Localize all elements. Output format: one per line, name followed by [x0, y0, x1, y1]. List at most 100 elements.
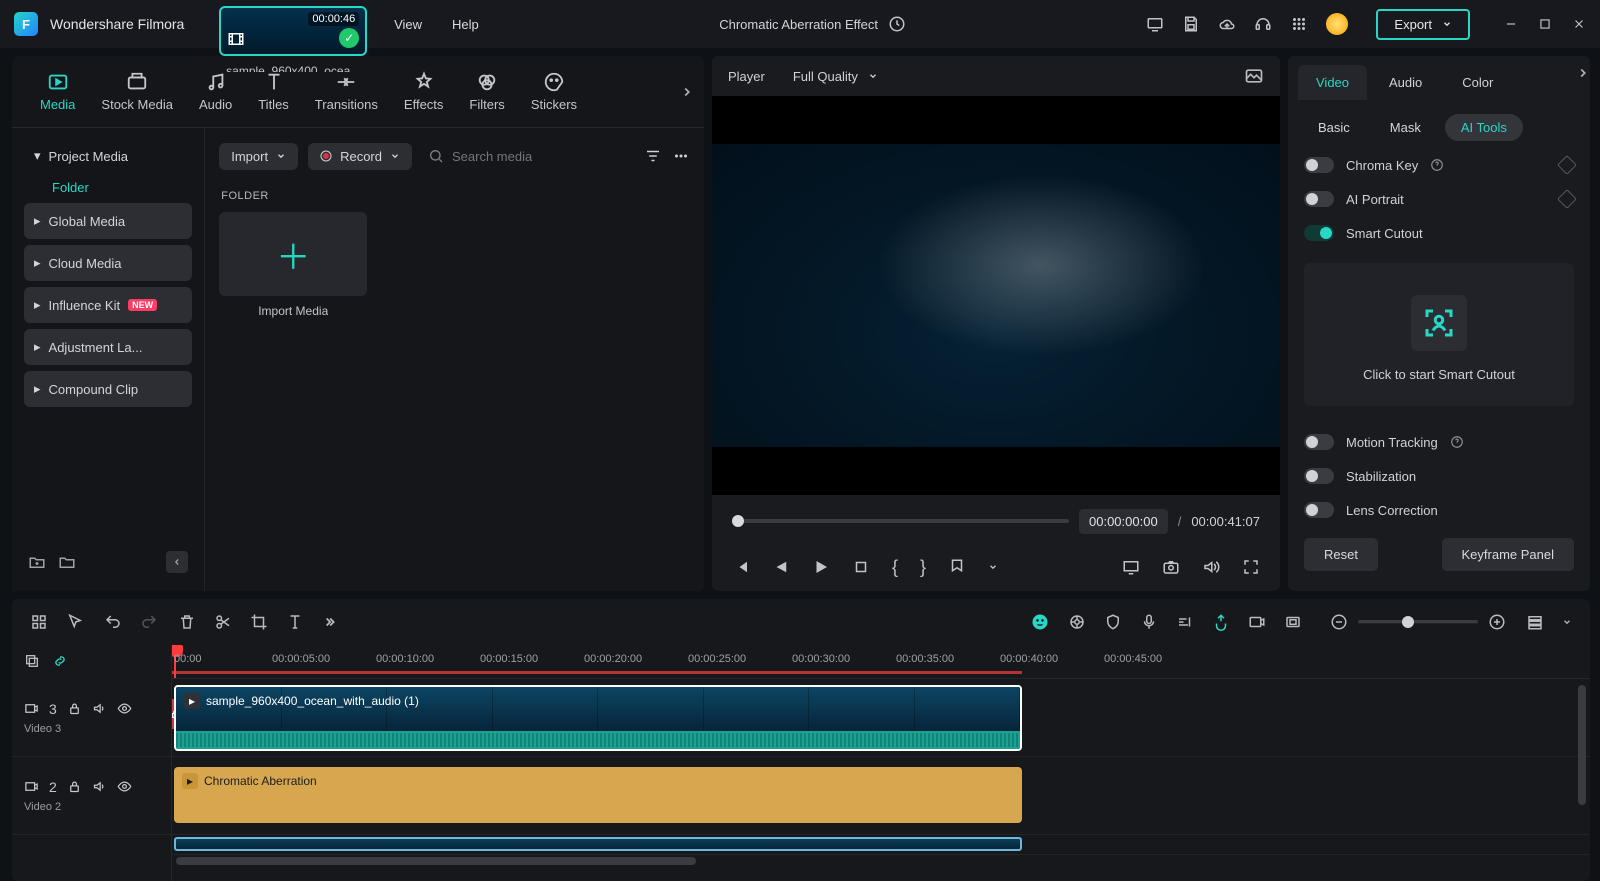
- help-icon[interactable]: [1430, 158, 1444, 172]
- search-input[interactable]: [452, 149, 628, 164]
- sidebar-cloud-media[interactable]: ▸Cloud Media: [24, 245, 192, 281]
- maximize-icon[interactable]: [1538, 17, 1552, 31]
- tab-transitions[interactable]: Transitions: [315, 71, 378, 112]
- seek-bar[interactable]: [732, 519, 1069, 523]
- sidebar-folder[interactable]: Folder: [24, 180, 192, 195]
- volume-icon[interactable]: [1202, 558, 1220, 576]
- snapshot-thumbnail-icon[interactable]: [1244, 66, 1264, 86]
- zoom-in-icon[interactable]: [1488, 613, 1506, 631]
- search-media[interactable]: [422, 148, 634, 164]
- timeline-clip-effect[interactable]: ▸Chromatic Aberration: [174, 767, 1022, 823]
- lock-icon[interactable]: [67, 701, 82, 716]
- media-clip-tile[interactable]: 00:00:46 ✓ sample_960x400_ocea...: [219, 6, 367, 72]
- export-button[interactable]: Export: [1376, 9, 1470, 40]
- subtab-basic[interactable]: Basic: [1302, 114, 1366, 141]
- crop-icon[interactable]: [250, 613, 268, 631]
- help-icon[interactable]: [1450, 435, 1464, 449]
- redo-icon[interactable]: [140, 613, 158, 631]
- cloud-icon[interactable]: [1218, 15, 1236, 33]
- folder-icon[interactable]: [58, 553, 76, 571]
- aspect-icon[interactable]: [1284, 613, 1302, 631]
- marker-dropdown-icon[interactable]: [948, 558, 966, 576]
- mark-in-icon[interactable]: {: [892, 557, 898, 578]
- keyframe-panel-button[interactable]: Keyframe Panel: [1442, 538, 1575, 571]
- sidebar-adjustment-layer[interactable]: ▸Adjustment La...: [24, 329, 192, 365]
- tabs-next-icon[interactable]: [1576, 66, 1590, 80]
- visibility-icon[interactable]: [117, 779, 132, 794]
- subtab-ai-tools[interactable]: AI Tools: [1445, 114, 1523, 141]
- video-viewport[interactable]: [712, 96, 1280, 495]
- user-avatar[interactable]: [1326, 13, 1348, 35]
- time-ruler[interactable]: 00:00 00:00:05:00 00:00:10:00 00:00:15:0…: [172, 645, 1590, 679]
- copy-track-icon[interactable]: [24, 653, 40, 669]
- tab-audio[interactable]: Audio: [199, 71, 232, 112]
- apps-icon[interactable]: [1290, 15, 1308, 33]
- support-icon[interactable]: [1254, 15, 1272, 33]
- track-size-icon[interactable]: [1526, 613, 1544, 631]
- fullscreen-icon[interactable]: [1242, 558, 1260, 576]
- new-folder-icon[interactable]: [28, 553, 46, 571]
- keyframe-diamond-icon[interactable]: [1557, 155, 1577, 175]
- tab-media[interactable]: Media: [40, 71, 75, 112]
- device-icon[interactable]: [1146, 15, 1164, 33]
- reset-button[interactable]: Reset: [1304, 538, 1378, 571]
- keyframe-diamond-icon[interactable]: [1557, 189, 1577, 209]
- split-scissors-icon[interactable]: [214, 613, 232, 631]
- timeline-tracks[interactable]: 00:00 00:00:05:00 00:00:10:00 00:00:15:0…: [172, 645, 1590, 881]
- smart-cutout-start[interactable]: Click to start Smart Cutout: [1304, 263, 1574, 406]
- tab-filters[interactable]: Filters: [469, 71, 504, 112]
- prev-frame-icon[interactable]: [732, 558, 750, 576]
- sidebar-project-media[interactable]: ▾Project Media: [24, 138, 192, 174]
- toggle-lens-correction[interactable]: [1304, 502, 1334, 518]
- save-icon[interactable]: [1182, 15, 1200, 33]
- toggle-smart-cutout[interactable]: [1304, 225, 1334, 241]
- toggle-stabilization[interactable]: [1304, 468, 1334, 484]
- toggle-chroma-key[interactable]: [1304, 157, 1334, 173]
- play-reverse-icon[interactable]: [772, 558, 790, 576]
- grid-icon[interactable]: [30, 613, 48, 631]
- sort-filter-icon[interactable]: [644, 147, 662, 165]
- cursor-icon[interactable]: [66, 613, 84, 631]
- zoom-slider[interactable]: [1358, 620, 1478, 624]
- timeline-v-scrollbar[interactable]: [1578, 685, 1586, 805]
- tab-video[interactable]: Video: [1298, 65, 1367, 100]
- mute-icon[interactable]: [92, 701, 107, 716]
- mute-icon[interactable]: [92, 779, 107, 794]
- toggle-ai-portrait[interactable]: [1304, 191, 1334, 207]
- timeline-h-scrollbar[interactable]: [172, 855, 1590, 867]
- collapse-sidebar-icon[interactable]: [166, 551, 188, 573]
- magnet-snap-icon[interactable]: [1212, 613, 1230, 631]
- sidebar-compound-clip[interactable]: ▸Compound Clip: [24, 371, 192, 407]
- menu-help[interactable]: Help: [452, 17, 479, 32]
- close-icon[interactable]: [1572, 17, 1586, 31]
- more-icon[interactable]: [672, 147, 690, 165]
- menu-view[interactable]: View: [394, 17, 422, 32]
- visibility-icon[interactable]: [117, 701, 132, 716]
- play-icon[interactable]: [812, 558, 830, 576]
- shield-marker-icon[interactable]: [1104, 613, 1122, 631]
- tab-stickers[interactable]: Stickers: [531, 71, 577, 112]
- track-extra[interactable]: [172, 835, 1590, 855]
- timeline-clip-video[interactable]: ▸sample_960x400_ocean_with_audio (1): [174, 685, 1022, 751]
- sidebar-influence-kit[interactable]: ▸Influence KitNEW: [24, 287, 192, 323]
- tab-titles[interactable]: Titles: [258, 71, 289, 112]
- tab-stock-media[interactable]: Stock Media: [101, 71, 173, 112]
- voiceover-mic-icon[interactable]: [1140, 613, 1158, 631]
- minimize-icon[interactable]: [1504, 17, 1518, 31]
- more-tools-icon[interactable]: [322, 615, 336, 629]
- mark-out-icon[interactable]: }: [920, 557, 926, 578]
- subtab-mask[interactable]: Mask: [1374, 114, 1437, 141]
- chevron-down-icon[interactable]: [988, 562, 998, 572]
- delete-icon[interactable]: [178, 613, 196, 631]
- track-video3[interactable]: ▸sample_960x400_ocean_with_audio (1): [172, 679, 1590, 757]
- toggle-motion-tracking[interactable]: [1304, 434, 1334, 450]
- tabs-next-icon[interactable]: [680, 85, 694, 99]
- snapshot-icon[interactable]: [1162, 558, 1180, 576]
- tab-effects[interactable]: Effects: [404, 71, 444, 112]
- import-dropdown[interactable]: Import: [219, 143, 298, 170]
- track-header-video2[interactable]: 2 Video 2: [12, 757, 171, 835]
- sidebar-global-media[interactable]: ▸Global Media: [24, 203, 192, 239]
- import-media-tile[interactable]: ＋ Import Media: [219, 212, 367, 318]
- undo-icon[interactable]: [104, 613, 122, 631]
- stop-icon[interactable]: [852, 558, 870, 576]
